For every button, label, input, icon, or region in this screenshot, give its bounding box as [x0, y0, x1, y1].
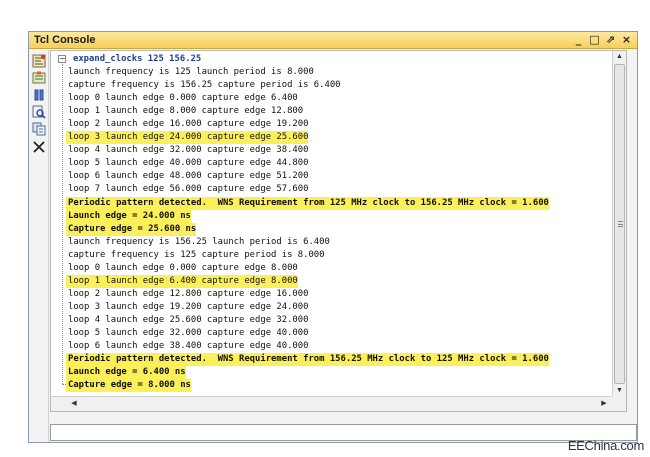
- console-output-line: loop 1 launch edge 6.400 capture edge 8.…: [66, 274, 298, 288]
- tree-guide-line: [62, 64, 63, 384]
- maximize-button[interactable]: □: [588, 33, 601, 47]
- console-command: expand_clocks 125 156.25: [73, 54, 202, 64]
- console-output-line: capture frequency is 156.25 capture peri…: [68, 80, 341, 91]
- console-output-line: Periodic pattern detected. WNS Requireme…: [66, 196, 549, 210]
- console-output-line: Periodic pattern detected. WNS Requireme…: [66, 353, 549, 367]
- tcl-console-window: Tcl Console _ □ ⇗ × − expand_clocks 125 …: [28, 31, 638, 443]
- scrollbar-corner: [612, 396, 626, 411]
- console-output-line: launch frequency is 156.25 launch period…: [68, 236, 330, 247]
- console-output-line: Capture edge = 8.000 ns: [66, 379, 191, 393]
- copy-icon[interactable]: [32, 71, 46, 85]
- console-output-line: loop 6 launch edge 48.000 capture edge 5…: [68, 171, 309, 182]
- watermark: EEChina.com: [567, 438, 644, 453]
- window-controls: _ □ ⇗ ×: [572, 33, 633, 47]
- minimize-button[interactable]: _: [572, 33, 585, 47]
- console-output-line: loop 5 launch edge 32.000 capture edge 4…: [68, 328, 309, 338]
- pause-icon[interactable]: [32, 88, 46, 102]
- float-button[interactable]: ⇗: [604, 33, 617, 47]
- console-output-line: loop 7 launch edge 56.000 capture edge 5…: [68, 184, 309, 195]
- tcl-command-input[interactable]: [50, 424, 637, 441]
- scroll-up-arrow-icon[interactable]: ▲: [613, 51, 626, 63]
- collapse-toggle-icon[interactable]: −: [58, 55, 66, 63]
- console-output-line: loop 4 launch edge 32.000 capture edge 3…: [68, 145, 309, 156]
- scroll-left-arrow-icon[interactable]: ◀: [68, 398, 80, 410]
- console-output-line: loop 5 launch edge 40.000 capture edge 4…: [68, 158, 309, 169]
- title-bar: Tcl Console _ □ ⇗ ×: [29, 32, 637, 49]
- console-output-line: loop 0 launch edge 0.000 capture edge 6.…: [68, 93, 298, 104]
- console-output-line: loop 0 launch edge 0.000 capture edge 8.…: [68, 262, 298, 273]
- vertical-scrollbar[interactable]: ▲ ▼: [612, 51, 626, 397]
- console-output-line: loop 2 launch edge 16.000 capture edge 1…: [68, 119, 309, 130]
- console-output-line: loop 2 launch edge 12.800 capture edge 1…: [68, 288, 309, 299]
- console-output-line: loop 4 launch edge 25.600 capture edge 3…: [68, 314, 309, 325]
- console-output[interactable]: − expand_clocks 125 156.25 launch freque…: [50, 50, 627, 412]
- console-output-line: Launch edge = 6.400 ns: [66, 366, 186, 380]
- console-output-line: loop 3 launch edge 19.200 capture edge 2…: [68, 301, 309, 312]
- console-output-line: Launch edge = 24.000 ns: [66, 209, 191, 223]
- close-icon[interactable]: [32, 140, 46, 154]
- console-toolbar: [29, 50, 49, 442]
- horizontal-scrollbar[interactable]: ◀ ▶: [51, 396, 614, 411]
- find-icon[interactable]: [32, 105, 46, 119]
- scroll-grip-icon: [618, 221, 623, 227]
- console-output-line: loop 3 launch edge 24.000 capture edge 2…: [66, 131, 309, 145]
- console-output-line: Capture edge = 25.600 ns: [66, 222, 197, 236]
- console-output-line: loop 1 launch edge 8.000 capture edge 12…: [68, 106, 304, 117]
- console-output-line: loop 6 launch edge 38.400 capture edge 4…: [68, 341, 309, 352]
- console-output-line: launch frequency is 125 launch period is…: [68, 67, 314, 77]
- vertical-scroll-thumb[interactable]: [614, 64, 625, 384]
- scroll-right-arrow-icon[interactable]: ▶: [598, 398, 610, 410]
- window-title: Tcl Console: [34, 34, 96, 46]
- paste-icon[interactable]: [32, 122, 46, 136]
- clear-console-icon[interactable]: [32, 54, 46, 68]
- console-output-line: capture frequency is 125 capture period …: [68, 249, 325, 260]
- close-button[interactable]: ×: [620, 33, 633, 47]
